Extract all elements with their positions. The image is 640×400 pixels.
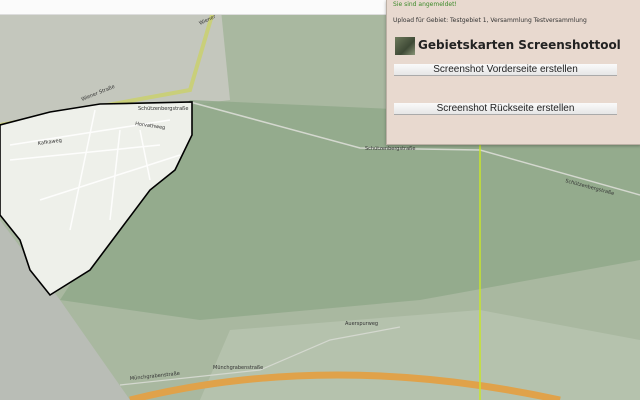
top-bar bbox=[0, 0, 386, 15]
login-status: Sie sind angemeldet! bbox=[393, 1, 457, 8]
street-label: Münchgrabenstraße bbox=[213, 365, 263, 371]
street-label: Auerspurweg bbox=[345, 321, 378, 327]
street-label: Schützenbergstraße bbox=[138, 106, 188, 112]
screenshot-panel: Sie sind angemeldet! Upload für Gebiet: … bbox=[386, 0, 640, 145]
upload-info: Upload für Gebiet: Testgebiet 1, Versamm… bbox=[393, 17, 587, 24]
panel-title: Gebietskarten Screenshottool bbox=[418, 38, 621, 52]
screenshot-back-button[interactable]: Screenshot Rückseite erstellen bbox=[394, 103, 617, 115]
logo-icon bbox=[395, 37, 415, 55]
screenshot-front-button[interactable]: Screenshot Vorderseite erstellen bbox=[394, 64, 617, 76]
street-label: Schützenbergstraße bbox=[365, 146, 415, 152]
